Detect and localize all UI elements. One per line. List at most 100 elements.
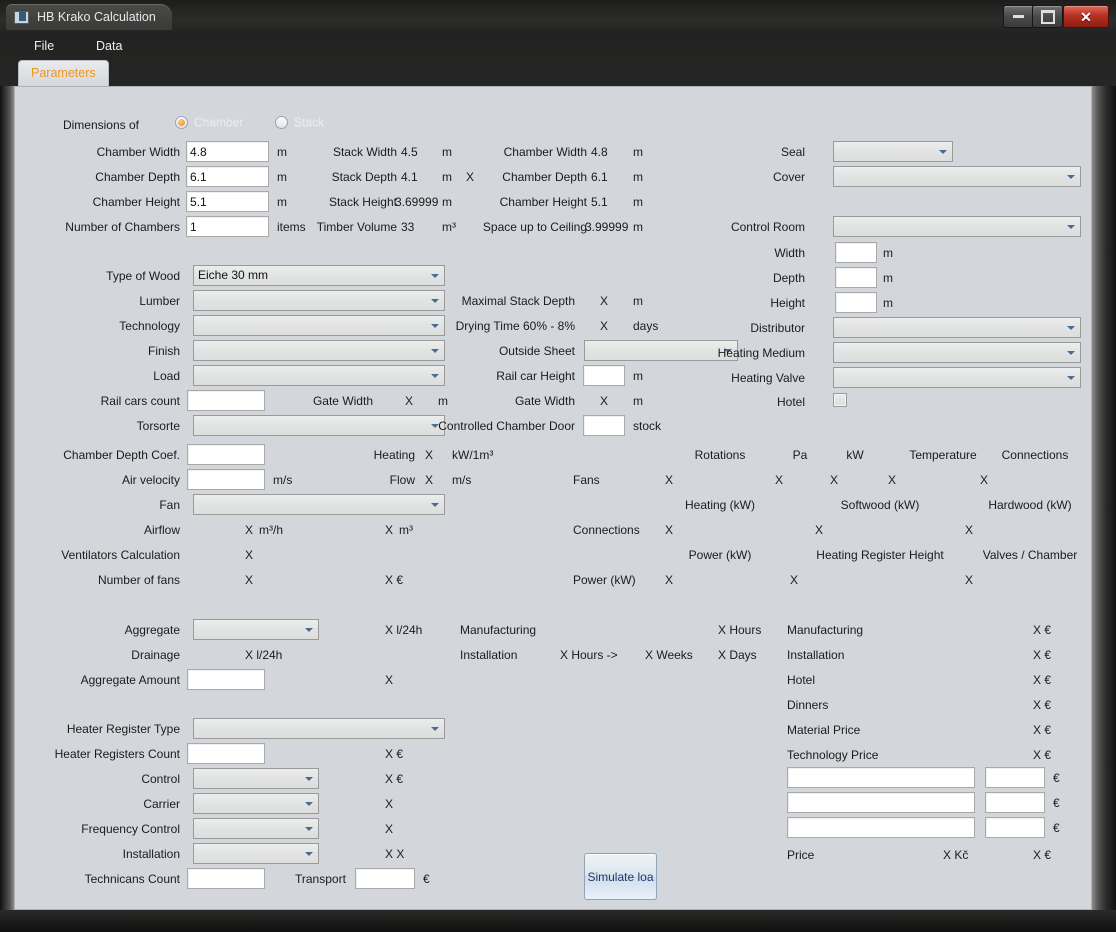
simulate-load-button[interactable]: Simulate loa	[584, 853, 657, 900]
technology-select[interactable]	[193, 315, 445, 336]
price-currency: €	[1053, 796, 1060, 810]
chamber-depth-label: Chamber Depth	[95, 170, 180, 184]
total-price-label: Price	[787, 848, 815, 862]
installation-select[interactable]	[193, 843, 319, 864]
fans-header-connections: Connections	[1001, 448, 1069, 462]
carrier-select[interactable]	[193, 793, 319, 814]
finish-select[interactable]	[193, 340, 445, 361]
installation-time-label: Installation	[460, 648, 518, 662]
number-of-fans-cost: X €	[385, 573, 404, 587]
fan-label: Fan	[159, 498, 180, 512]
transport-label: Transport	[295, 872, 346, 886]
gate-width-mid-unit: m	[633, 394, 643, 408]
aggregate-select[interactable]	[193, 619, 319, 640]
price-amount-input[interactable]	[985, 817, 1045, 838]
controlled-chamber-door-input[interactable]	[583, 415, 625, 436]
number-of-fans-value: X	[245, 573, 254, 587]
installation-days: X Days	[718, 648, 757, 662]
heater-registers-count-input[interactable]	[187, 743, 265, 764]
chevron-down-icon	[1067, 326, 1075, 330]
control-room-depth-input[interactable]	[835, 267, 877, 288]
air-velocity-input[interactable]	[187, 469, 265, 490]
heater-register-type-label: Heater Register Type	[66, 722, 180, 736]
lumber-select[interactable]	[193, 290, 445, 311]
power-header-power: Power (kW)	[688, 548, 752, 562]
airflow-value-2: X	[385, 523, 394, 537]
heating-medium-label: Heating Medium	[717, 346, 805, 360]
price-row-label: Technology Price	[787, 748, 879, 762]
connections-softwood: X	[815, 523, 824, 537]
aggregate-amount-input[interactable]	[187, 669, 265, 690]
radio-stack[interactable]: Stack	[275, 115, 324, 129]
chevron-down-icon	[1067, 351, 1075, 355]
title-bar: HB Krako Calculation ✕	[0, 0, 1116, 34]
rail-cars-count-input[interactable]	[187, 390, 265, 411]
chamber-height-readout-value: 5.1	[591, 195, 608, 209]
cover-select[interactable]	[833, 166, 1081, 187]
connections-row-label: Connections	[573, 523, 640, 537]
control-room-height-input[interactable]	[835, 292, 877, 313]
number-of-chambers-label: Number of Chambers	[65, 220, 180, 234]
distributor-select[interactable]	[833, 317, 1081, 338]
fan-select[interactable]	[193, 494, 445, 515]
price-amount-input[interactable]	[985, 792, 1045, 813]
menu-item-file[interactable]: File	[24, 34, 64, 58]
price-row-value: X €	[1033, 648, 1052, 662]
heating-medium-select[interactable]	[833, 342, 1081, 363]
fans-connections: X	[980, 473, 989, 487]
connections-heating: X	[665, 523, 674, 537]
heater-registers-count-price: X €	[385, 747, 404, 761]
gate-width-mid-label: Gate Width	[514, 394, 575, 408]
load-select[interactable]	[193, 365, 445, 386]
price-currency: €	[1053, 771, 1060, 785]
heater-register-type-select[interactable]	[193, 718, 445, 739]
menu-bar: File Data	[0, 34, 1116, 58]
outside-sheet-label: Outside Sheet	[498, 344, 575, 358]
control-room-width-input[interactable]	[835, 242, 877, 263]
technicans-count-input[interactable]	[187, 868, 265, 889]
control-select[interactable]	[193, 768, 319, 789]
hotel-checkbox[interactable]	[833, 393, 847, 407]
seal-select[interactable]	[833, 141, 953, 162]
chamber-height-readout-unit: m	[633, 195, 643, 209]
air-velocity-unit: m/s	[273, 473, 293, 487]
stack-height-label: Stack Height	[328, 195, 397, 209]
type-of-wood-select[interactable]: Eiche 30 mm	[193, 265, 445, 286]
fans-header-kw: kW	[846, 448, 864, 462]
chamber-width-readout-label: Chamber Width	[503, 145, 587, 159]
maximize-button[interactable]	[1032, 5, 1063, 28]
radio-chamber[interactable]: Chamber	[175, 115, 243, 129]
control-room-select[interactable]	[833, 216, 1081, 237]
chamber-depth-coef-label: Chamber Depth Coef.	[63, 448, 180, 462]
technicans-count-label: Technicans Count	[84, 872, 180, 886]
menu-item-data[interactable]: Data	[86, 34, 132, 58]
price-note-input[interactable]	[787, 767, 975, 788]
manufacturing-time-label: Manufacturing	[460, 623, 537, 637]
heating-valve-select[interactable]	[833, 367, 1081, 388]
tab-parameters[interactable]: Parameters	[18, 60, 109, 87]
app-icon	[14, 10, 29, 24]
price-note-input[interactable]	[787, 792, 975, 813]
price-amount-input[interactable]	[985, 767, 1045, 788]
carrier-price: X	[385, 797, 394, 811]
transport-input[interactable]	[355, 868, 415, 889]
fans-kw: X	[830, 473, 839, 487]
number-of-fans-label: Number of fans	[97, 573, 180, 587]
chamber-depth-coef-input[interactable]	[187, 444, 265, 465]
right-window-edge	[1092, 86, 1116, 910]
rail-cars-count-label: Rail cars count	[100, 394, 180, 408]
transport-unit: €	[423, 872, 430, 886]
power-row-label: Power (kW)	[573, 573, 636, 587]
minimize-button[interactable]	[1003, 5, 1034, 28]
chamber-height-label: Chamber Height	[92, 195, 180, 209]
price-note-input[interactable]	[787, 817, 975, 838]
frequency-control-select[interactable]	[193, 818, 319, 839]
rail-car-height-input[interactable]	[583, 365, 625, 386]
parameters-panel: Dimensions of Chamber Stack Chamber Widt…	[14, 86, 1092, 910]
load-label: Load	[153, 369, 180, 383]
frequency-control-price: X	[385, 822, 394, 836]
space-up-to-ceiling-label: Space up to Ceiling	[482, 220, 587, 234]
drying-time-value: X	[600, 319, 609, 333]
close-button[interactable]: ✕	[1063, 5, 1109, 28]
fans-row-label: Fans	[573, 473, 600, 487]
